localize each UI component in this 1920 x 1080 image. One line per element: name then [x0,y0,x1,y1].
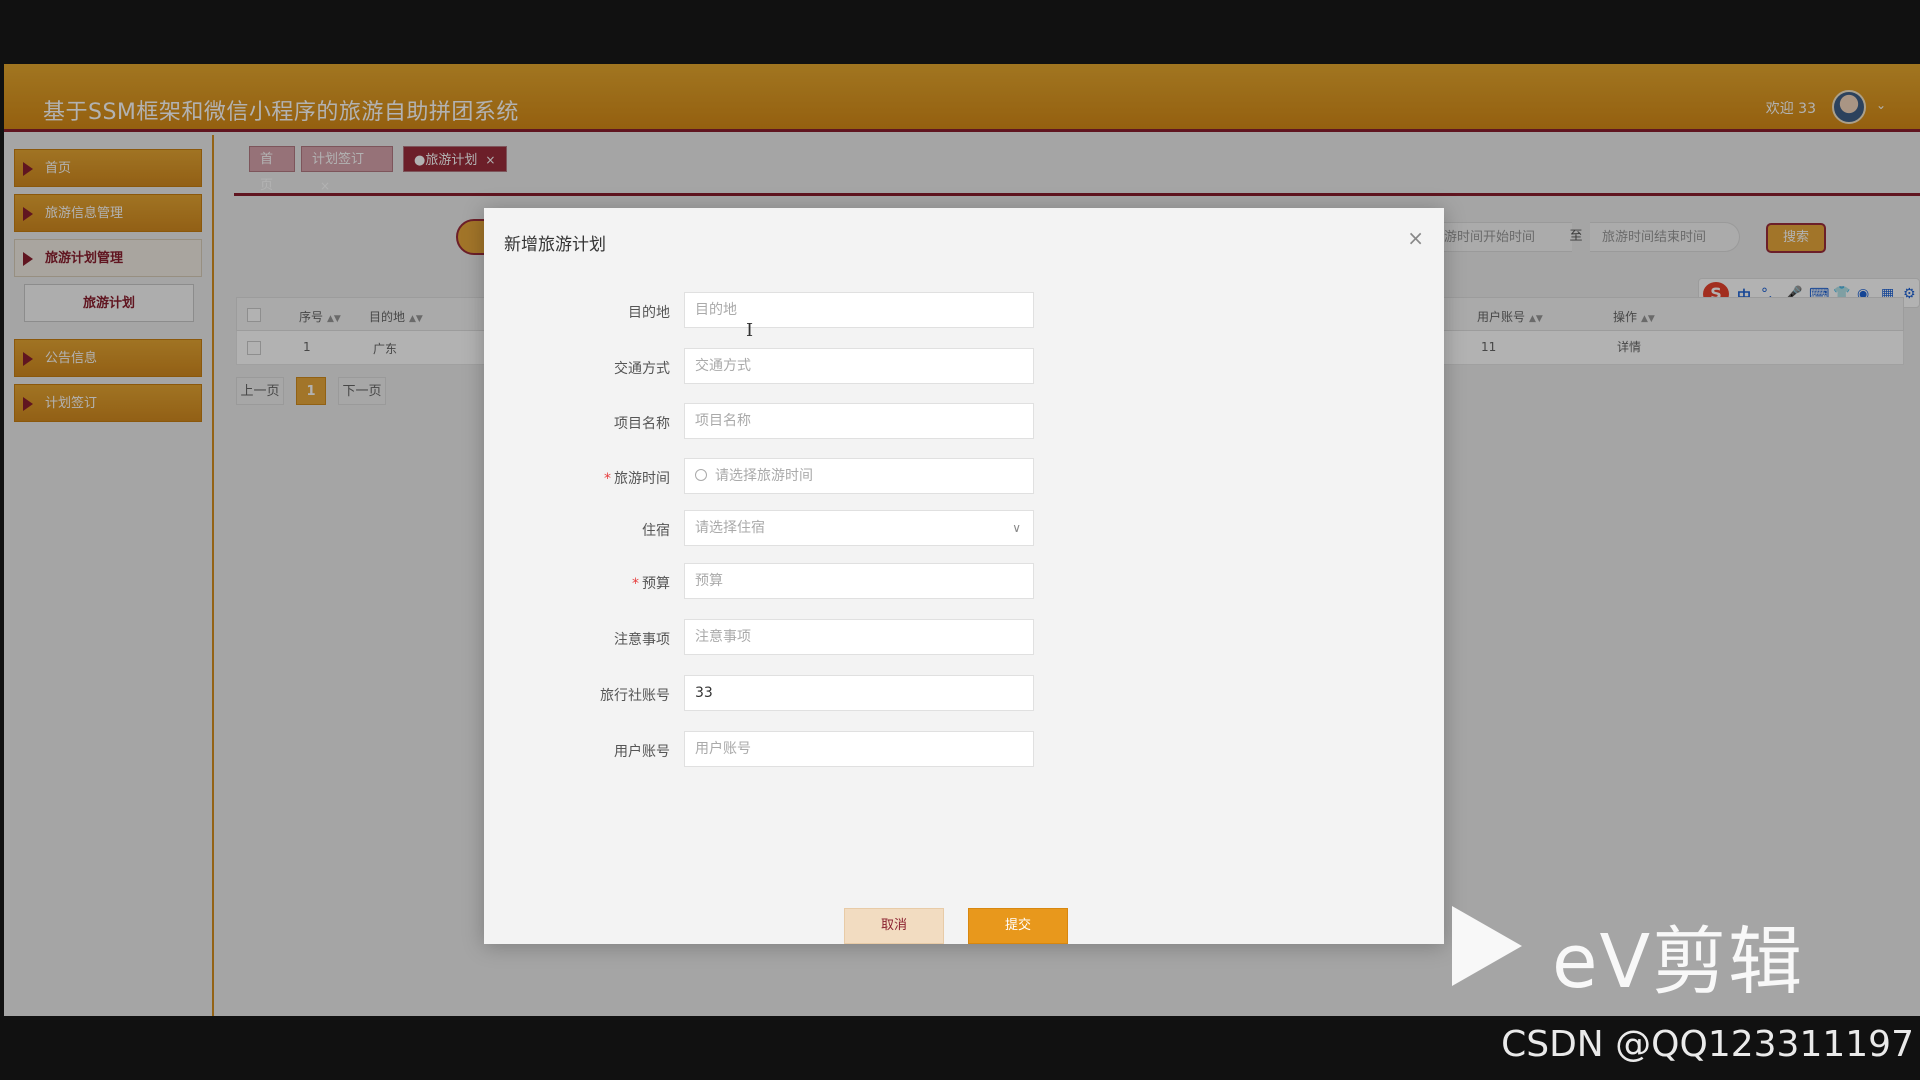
field-label-notes: 注意事项 [614,632,670,648]
transport-input[interactable]: 交通方式 [684,348,1034,384]
csdn-watermark: CSDN @QQ123311197 [1501,1024,1914,1065]
required-mark: * [604,471,611,487]
travel-time-placeholder: 请选择旅游时间 [715,468,813,484]
lodging-select[interactable]: 请选择住宿 ∨ [684,510,1034,546]
agency-account-input[interactable]: 33 [684,675,1034,711]
budget-input[interactable]: 预算 [684,563,1034,599]
field-label-budget: * 预算 [632,576,670,592]
submit-button[interactable]: 提交 [968,908,1068,944]
destination-input[interactable]: 目的地 [684,292,1034,328]
close-icon[interactable]: × [1407,228,1424,248]
field-label-transport: 交通方式 [614,361,670,377]
lodging-placeholder: 请选择住宿 [695,520,765,536]
user-account-input[interactable]: 用户账号 [684,731,1034,767]
app-screen: 基于SSM框架和微信小程序的旅游自助拼团系统 欢迎 33 ⌄ 首页 旅游信息管理… [4,64,1920,1016]
field-label-travel-time: * 旅游时间 [604,471,670,487]
dialog-title: 新增旅游计划 [504,235,606,255]
play-icon [1452,906,1522,986]
add-travel-plan-dialog: 新增旅游计划 × 目的地 目的地 I 交通方式 交通方式 项目名称 项目名称 *… [484,208,1444,944]
field-label-agency-account: 旅行社账号 [600,688,670,704]
cancel-button[interactable]: 取消 [844,908,944,944]
project-name-input[interactable]: 项目名称 [684,403,1034,439]
ev-watermark: eV剪辑 [1552,919,1805,1005]
field-label-project-name: 项目名称 [614,416,670,432]
field-label-lodging: 住宿 [642,523,670,539]
text-cursor-icon: I [746,320,754,341]
travel-time-picker[interactable]: 请选择旅游时间 [684,458,1034,494]
field-label-user-account: 用户账号 [614,744,670,760]
chevron-down-icon: ∨ [1012,521,1021,535]
field-label-destination: 目的地 [628,305,670,321]
clock-icon [695,469,707,481]
required-mark: * [632,576,639,592]
notes-input[interactable]: 注意事项 [684,619,1034,655]
modal-overlay: 新增旅游计划 × 目的地 目的地 I 交通方式 交通方式 项目名称 项目名称 *… [4,64,1920,1016]
